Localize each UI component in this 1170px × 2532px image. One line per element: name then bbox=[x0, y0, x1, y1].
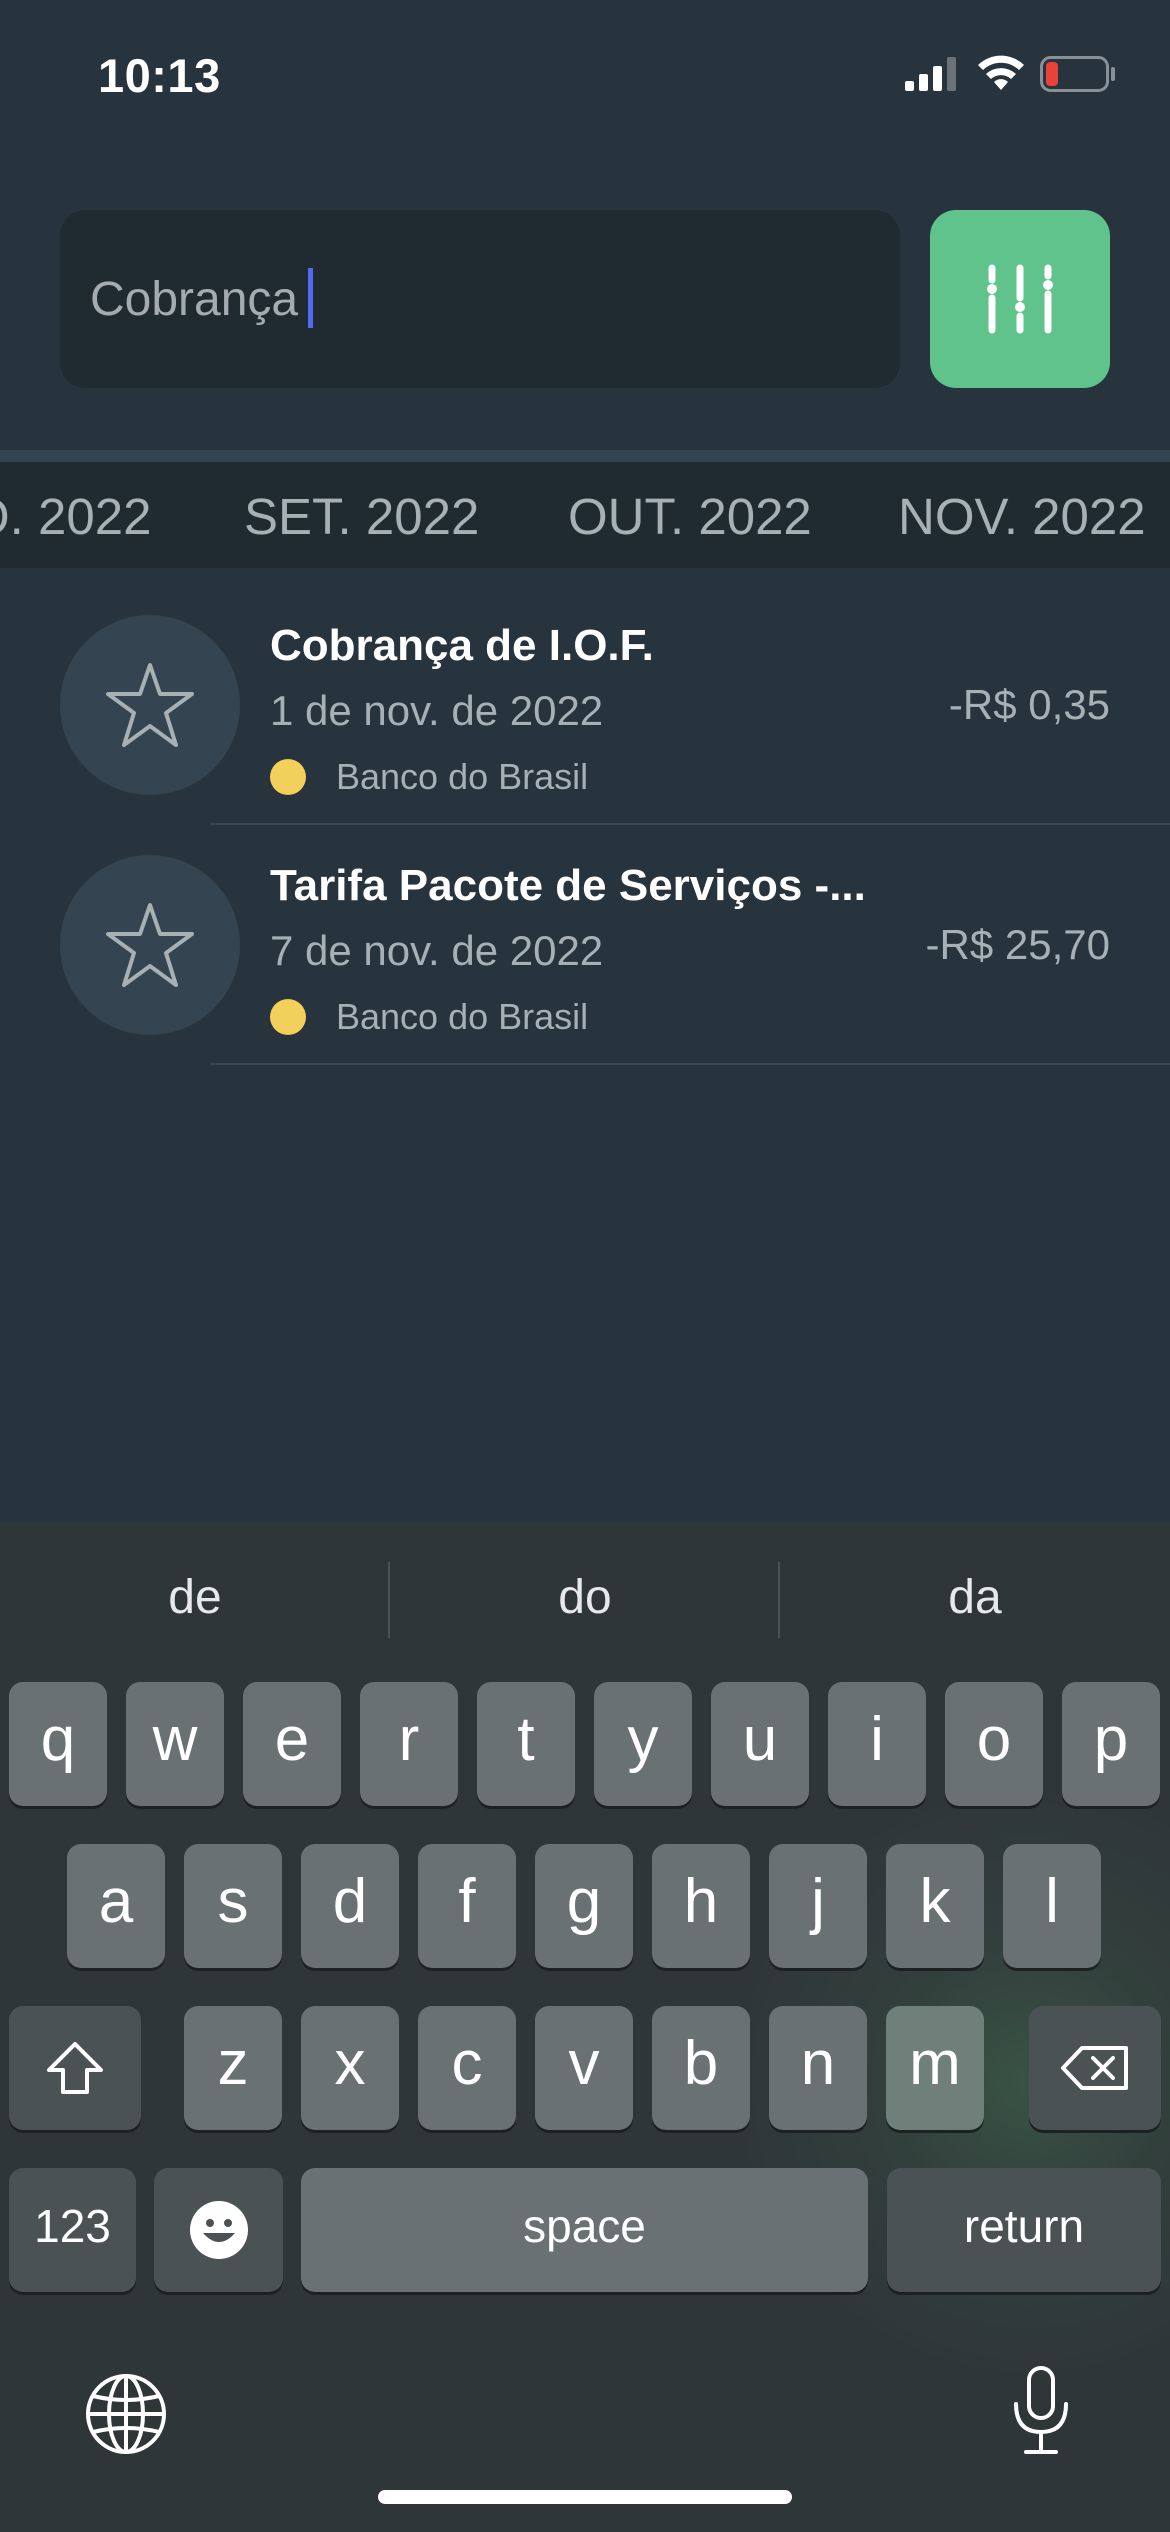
search-value: Cobrança bbox=[90, 273, 299, 326]
key-i[interactable]: i bbox=[828, 1682, 926, 1806]
text-caret bbox=[308, 268, 314, 329]
month-tab-out-2022[interactable]: OUT. 2022 bbox=[568, 487, 812, 546]
bank-color-dot bbox=[270, 999, 306, 1035]
key-k[interactable]: k bbox=[886, 1844, 984, 1968]
emoji-key[interactable] bbox=[154, 2168, 283, 2292]
filter-button[interactable] bbox=[930, 210, 1110, 388]
row-divider bbox=[210, 1063, 1170, 1065]
transaction-amount: -R$ 25,70 bbox=[925, 921, 1110, 968]
key-s[interactable]: s bbox=[184, 1844, 282, 1968]
key-l[interactable]: l bbox=[1003, 1844, 1101, 1968]
key-g[interactable]: g bbox=[535, 1844, 633, 1968]
screen: 10:13 Cobrança . 2022 SET. 2022 OUT. 202… bbox=[0, 0, 1170, 2532]
month-strip-divider bbox=[0, 450, 1170, 462]
key-c[interactable]: c bbox=[418, 2006, 516, 2130]
transaction-row[interactable]: Cobrança de I.O.F. 1 de nov. de 2022 Ban… bbox=[0, 585, 1170, 825]
transaction-date: 1 de nov. de 2022 bbox=[270, 687, 604, 734]
search-value-wrapper: Cobrança bbox=[90, 268, 314, 329]
bank-color-dot bbox=[270, 759, 306, 795]
key-o[interactable]: o bbox=[945, 1682, 1043, 1806]
suggestion-da[interactable]: da bbox=[780, 1570, 1170, 1625]
month-tab-set-2022[interactable]: SET. 2022 bbox=[244, 487, 479, 546]
key-y[interactable]: y bbox=[594, 1682, 692, 1806]
key-n[interactable]: n bbox=[769, 2006, 867, 2130]
backspace-icon bbox=[1061, 2046, 1128, 2090]
key-v[interactable]: v bbox=[535, 2006, 633, 2130]
transaction-title: Tarifa Pacote de Serviços -... bbox=[270, 861, 866, 910]
key-h[interactable]: h bbox=[652, 1844, 750, 1968]
emoji-icon bbox=[189, 2201, 248, 2259]
bank-name: Banco do Brasil bbox=[336, 756, 589, 797]
key-r[interactable]: r bbox=[360, 1682, 458, 1806]
suggestion-divider bbox=[388, 1562, 390, 1638]
key-b[interactable]: b bbox=[652, 2006, 750, 2130]
backspace-key[interactable] bbox=[1029, 2006, 1161, 2130]
month-tab-nov-2022[interactable]: NOV. 2022 bbox=[898, 487, 1146, 546]
sliders-icon bbox=[987, 264, 1053, 334]
search-input[interactable]: Cobrança bbox=[60, 210, 900, 388]
cellular-signal-icon bbox=[905, 57, 956, 91]
key-z[interactable]: z bbox=[184, 2006, 282, 2130]
suggestion-divider bbox=[778, 1562, 780, 1638]
numbers-key[interactable]: 123 bbox=[9, 2168, 136, 2292]
key-w[interactable]: w bbox=[126, 1682, 224, 1806]
key-t[interactable]: t bbox=[477, 1682, 575, 1806]
suggestion-bar: de do da bbox=[0, 1522, 1170, 1672]
month-selector[interactable]: O. 2022 SET. 2022 OUT. 2022 NOV. 2022 bbox=[0, 462, 1170, 568]
keyboard: de do da q w e r t y u i o p a s d f g h… bbox=[0, 1522, 1170, 2532]
transaction-row[interactable]: Tarifa Pacote de Serviços -... 7 de nov.… bbox=[0, 825, 1170, 1065]
star-icon bbox=[106, 663, 194, 747]
transaction-amount: -R$ 0,35 bbox=[948, 681, 1110, 728]
month-tab-ago-2022[interactable]: O. 2022 bbox=[0, 487, 151, 546]
globe-icon[interactable] bbox=[84, 2372, 168, 2456]
bank-name: Banco do Brasil bbox=[336, 996, 589, 1037]
star-icon bbox=[106, 903, 194, 987]
status-time: 10:13 bbox=[98, 49, 221, 102]
key-q[interactable]: q bbox=[9, 1682, 107, 1806]
shift-icon bbox=[47, 2042, 103, 2094]
favorite-button[interactable] bbox=[60, 855, 240, 1035]
suggestion-do[interactable]: do bbox=[390, 1570, 780, 1625]
return-key[interactable]: return bbox=[887, 2168, 1161, 2292]
key-e[interactable]: e bbox=[243, 1682, 341, 1806]
key-x[interactable]: x bbox=[301, 2006, 399, 2130]
status-bar: 10:13 bbox=[0, 0, 1170, 150]
shift-key[interactable] bbox=[9, 2006, 141, 2130]
key-u[interactable]: u bbox=[711, 1682, 809, 1806]
wifi-icon bbox=[978, 55, 1024, 90]
favorite-button[interactable] bbox=[60, 615, 240, 795]
microphone-icon[interactable] bbox=[1010, 2364, 1072, 2456]
key-m[interactable]: m bbox=[886, 2006, 984, 2130]
transaction-date: 7 de nov. de 2022 bbox=[270, 927, 604, 974]
key-a[interactable]: a bbox=[67, 1844, 165, 1968]
suggestion-de[interactable]: de bbox=[0, 1570, 390, 1625]
home-indicator[interactable] bbox=[378, 2490, 792, 2504]
battery-icon bbox=[1040, 56, 1115, 92]
space-key[interactable]: space bbox=[301, 2168, 868, 2292]
key-f[interactable]: f bbox=[418, 1844, 516, 1968]
key-j[interactable]: j bbox=[769, 1844, 867, 1968]
key-d[interactable]: d bbox=[301, 1844, 399, 1968]
key-p[interactable]: p bbox=[1062, 1682, 1160, 1806]
transaction-title: Cobrança de I.O.F. bbox=[270, 621, 654, 670]
